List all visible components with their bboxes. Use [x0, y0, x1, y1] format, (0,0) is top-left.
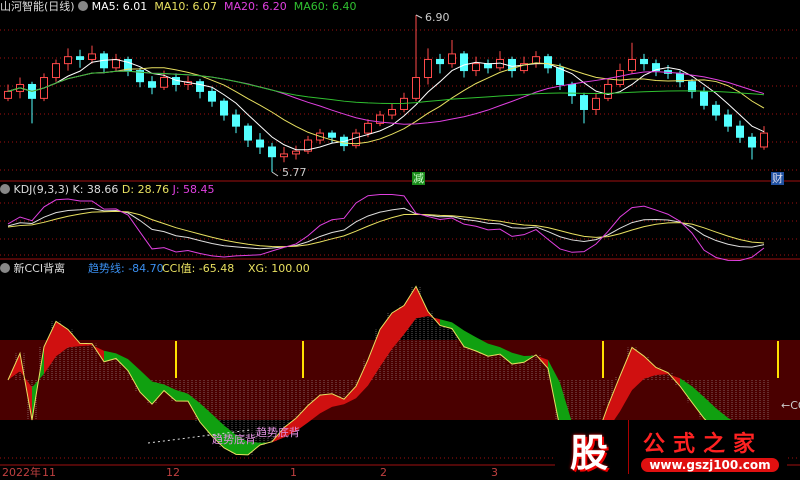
stock-chart[interactable]	[0, 0, 800, 480]
candle	[724, 114, 732, 127]
axis-month: 12	[166, 466, 180, 479]
candle	[544, 56, 552, 69]
logo-name: 公式之家	[643, 432, 764, 457]
candle	[412, 77, 420, 99]
candle	[604, 83, 612, 99]
high-pointer	[415, 14, 423, 19]
candle	[196, 81, 204, 92]
candle	[592, 97, 600, 110]
candle	[244, 125, 252, 141]
cci-title: 新CCI背离 趋势线: -84.70 CCI值: -65.48 XG: 100.00	[0, 262, 310, 275]
candle	[208, 90, 216, 102]
low-pointer	[271, 171, 279, 177]
settings-icon[interactable]	[0, 263, 10, 273]
candle	[700, 90, 708, 106]
stock-title: 山河智能(日线) MA5: 6.01 MA10: 6.07 MA20: 6.20…	[0, 0, 357, 13]
candle	[64, 56, 72, 65]
cci-fill	[404, 286, 416, 335]
finance-marker[interactable]: 财	[771, 172, 784, 185]
axis-month: 1	[290, 466, 297, 479]
cc-label: ←CC	[781, 399, 800, 412]
settings-icon[interactable]	[78, 1, 89, 11]
ma20-line	[7, 70, 765, 125]
axis-month: 11	[42, 466, 56, 479]
candle	[748, 136, 756, 148]
d-line	[7, 210, 765, 248]
candle	[628, 58, 636, 72]
xg-signal	[302, 341, 304, 378]
high-price-label: 6.90	[425, 11, 450, 24]
candle	[4, 90, 12, 99]
candle	[76, 56, 84, 60]
k-line	[7, 207, 765, 250]
reduce-marker[interactable]: 减	[412, 172, 425, 185]
candle	[388, 108, 396, 116]
candle	[328, 132, 336, 138]
candle	[580, 95, 588, 110]
j-line	[7, 193, 765, 262]
candle	[424, 58, 432, 79]
kdj-title: KDJ(9,3,3) K: 38.66 D: 28.76 J: 58.45	[0, 183, 215, 196]
axis-year: 2022年	[2, 466, 41, 479]
axis-month: 3	[491, 466, 498, 479]
candle	[148, 81, 156, 88]
candle	[88, 53, 96, 60]
candle	[160, 77, 168, 88]
candle	[640, 58, 648, 65]
candle	[292, 150, 300, 155]
candle	[400, 97, 408, 110]
logo-emblem: 股	[569, 431, 608, 475]
divergence-label: 趋势底背	[256, 426, 300, 439]
divergence-label: 趋势底背	[212, 433, 256, 446]
candle	[220, 100, 228, 116]
low-price-label: 5.77	[282, 166, 307, 179]
candle	[616, 70, 624, 85]
candle	[268, 146, 276, 158]
xg-signal	[602, 341, 604, 378]
xg-signal	[175, 341, 177, 378]
candle	[712, 104, 720, 116]
candle	[688, 81, 696, 92]
candle	[256, 139, 264, 148]
settings-icon[interactable]	[0, 184, 10, 194]
ma60-line	[7, 70, 765, 104]
candle	[736, 125, 744, 138]
candle	[112, 58, 120, 69]
candle	[556, 67, 564, 85]
candle	[760, 132, 768, 148]
candle	[280, 153, 288, 158]
logo-url: www.gszj100.com	[641, 458, 779, 472]
candle	[448, 53, 456, 65]
watermark-logo: 股 公式之家 www.gszj100.com	[555, 420, 787, 476]
axis-month: 2	[380, 466, 387, 479]
candle	[472, 63, 480, 72]
candle	[568, 83, 576, 97]
candle	[52, 63, 60, 79]
xg-signal	[777, 341, 779, 378]
candle	[364, 122, 372, 134]
candle	[436, 58, 444, 65]
candle	[460, 53, 468, 72]
candle	[232, 114, 240, 127]
